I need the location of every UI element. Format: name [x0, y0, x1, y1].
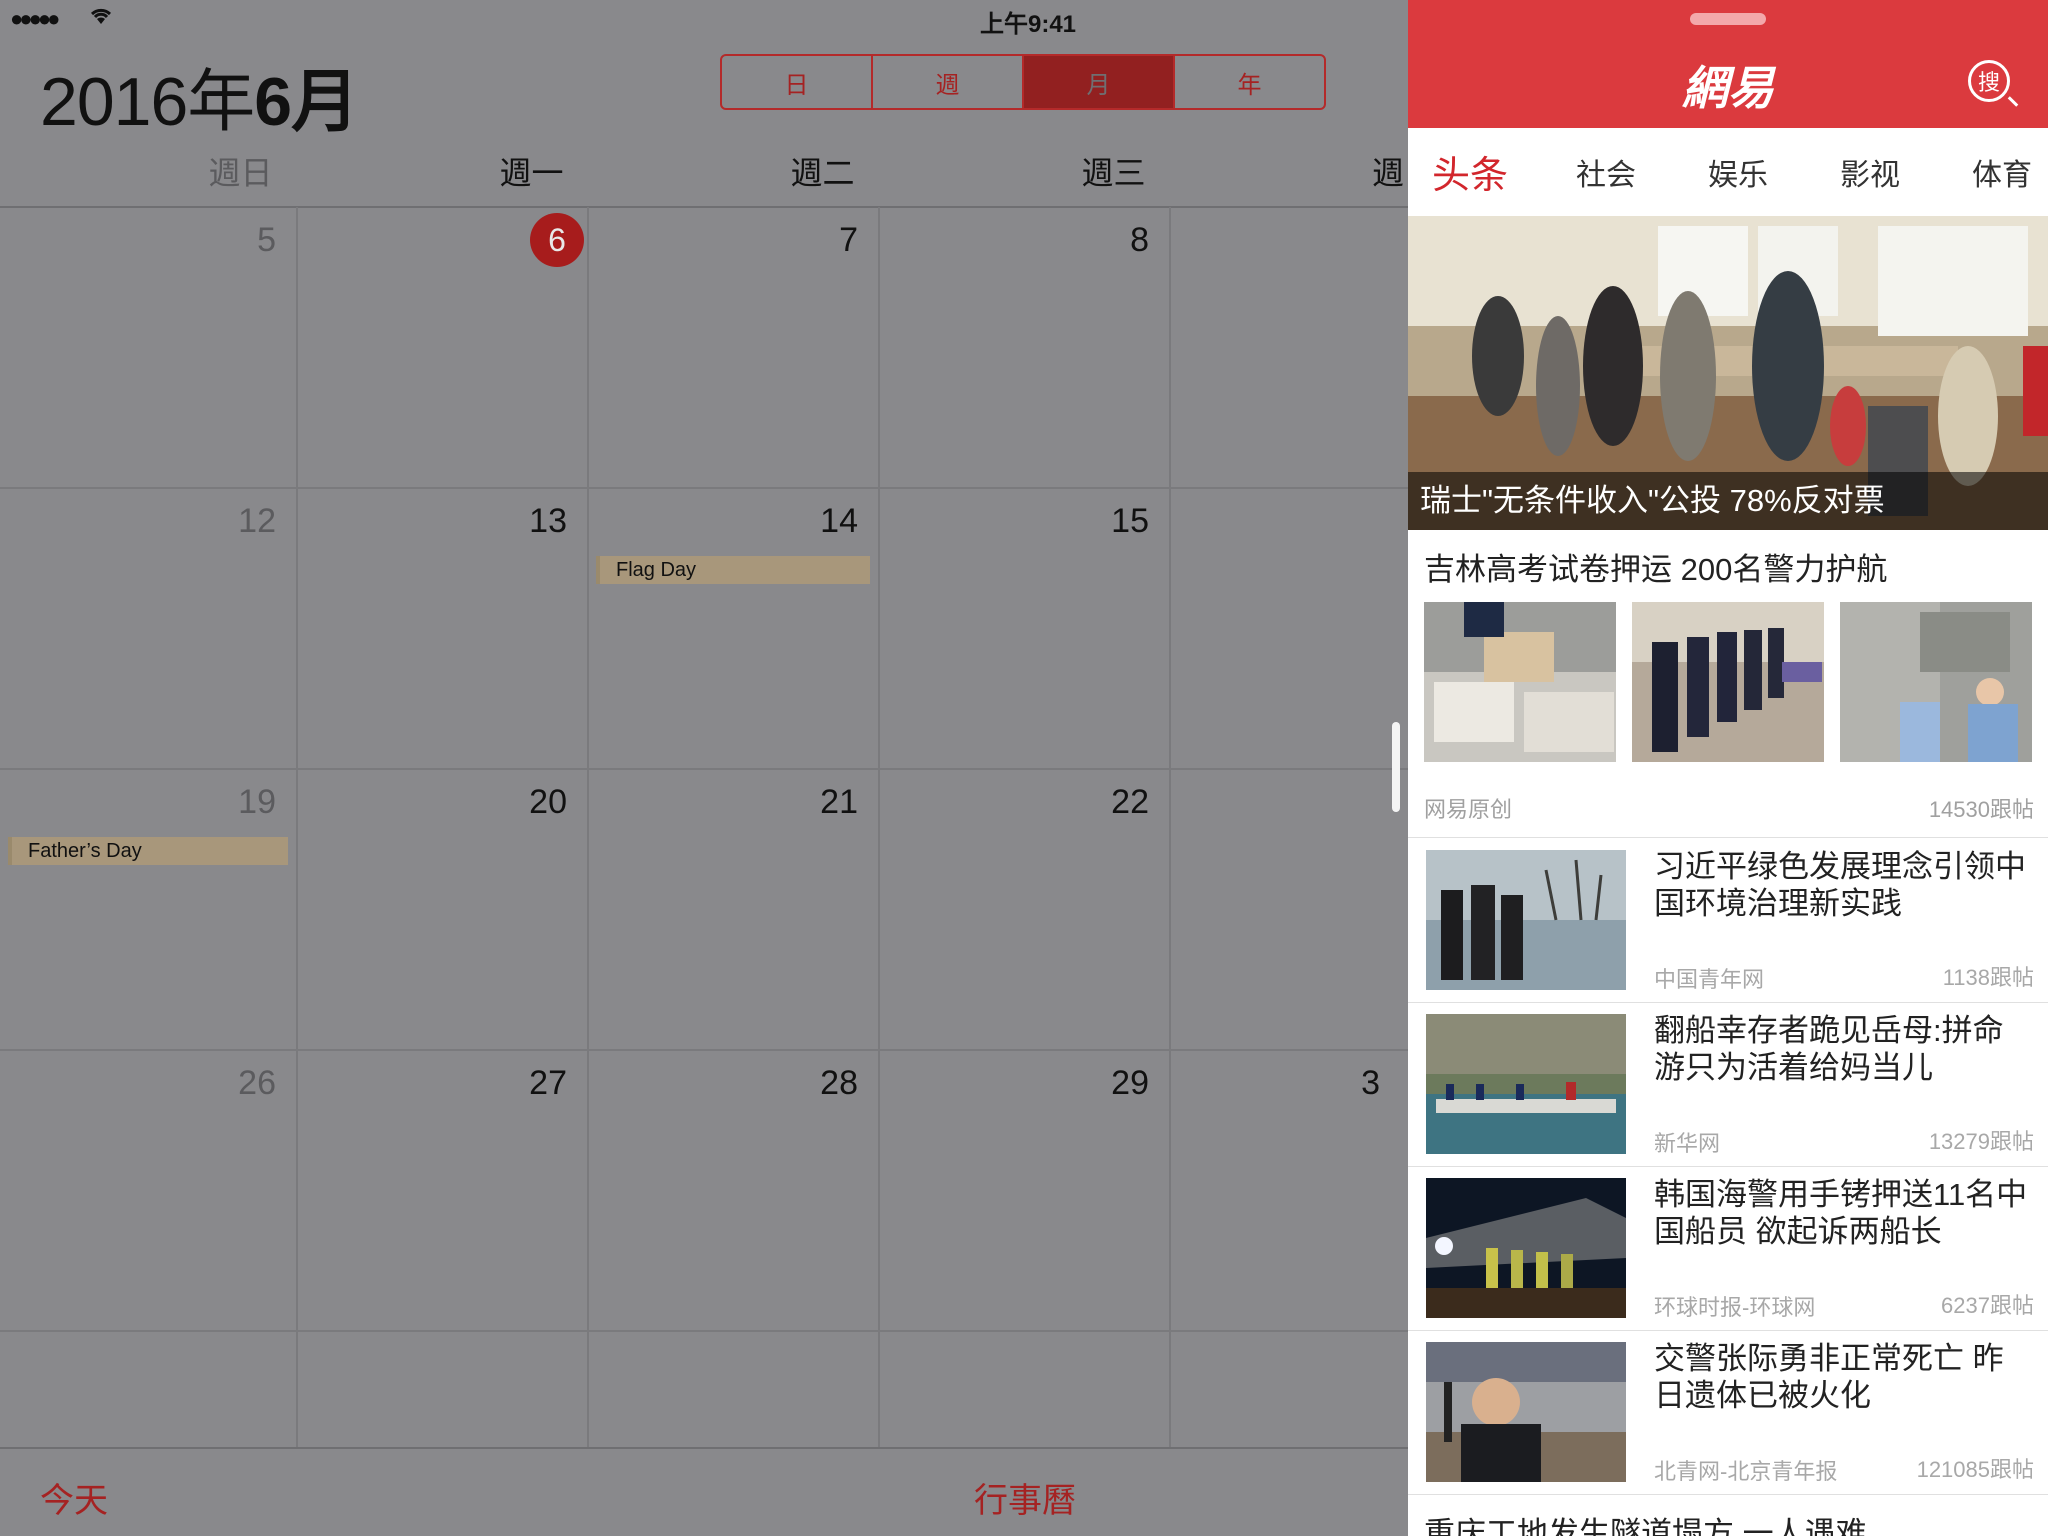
weekday-wednesday: 週三	[1081, 155, 1146, 191]
photo-story-source: 网易原创	[1424, 797, 1513, 822]
tab-headlines[interactable]: 头条	[1432, 144, 1508, 199]
grid-line	[0, 768, 1408, 770]
article-source: 北青网-北京青年报	[1654, 1459, 1838, 1484]
day-cell-number[interactable]: 28	[798, 1064, 858, 1103]
list-item[interactable]: 交警张际勇非正常死亡 昨日遗体已被火化 北青网-北京青年报 121085跟帖	[1408, 1330, 2048, 1495]
news-channel-tabs: 头条 社会 娱乐 影视 体育	[1408, 128, 2048, 217]
today-marker[interactable]: 6	[530, 213, 584, 267]
search-icon[interactable]: 搜	[1968, 60, 2010, 102]
grid-line	[0, 1330, 1408, 1332]
grid-line	[0, 1049, 1408, 1051]
day-cell-number[interactable]: 26	[216, 1064, 276, 1103]
tab-month[interactable]: 月	[1024, 56, 1175, 108]
event-fathers-day[interactable]: Father’s Day	[8, 837, 288, 865]
photo-story-image	[1424, 602, 1616, 762]
article-title: 韩国海警用手铐押送11名中国船员 欲起诉两船长	[1654, 1177, 2028, 1249]
day-cell-number[interactable]: 13	[507, 502, 567, 541]
tab-film[interactable]: 影视	[1840, 150, 1900, 194]
grid-line	[0, 487, 1408, 489]
weekday-header: 週日 週一 週二 週三 週	[0, 148, 1408, 208]
article-replies: 1138跟帖	[1942, 965, 2034, 990]
day-cell-number[interactable]: 12	[216, 502, 276, 541]
today-button[interactable]: 今天	[40, 1473, 108, 1522]
photo-story[interactable]: 吉林高考试卷押运 200名警力护航 网易原创 14530跟帖	[1408, 530, 2048, 838]
tab-entertainment[interactable]: 娱乐	[1708, 150, 1768, 194]
year-label: 2016年	[40, 64, 255, 140]
article-thumbnail	[1426, 1014, 1626, 1154]
day-cell-number[interactable]: 7	[798, 221, 858, 260]
status-clock: 上午9:41	[980, 11, 1077, 38]
month-label: 6月	[254, 64, 359, 140]
article-title: 交警张际勇非正常死亡 昨日遗体已被火化	[1654, 1341, 2004, 1413]
tab-year[interactable]: 年	[1175, 56, 1324, 108]
calendar-app: ●●●●● 上午9:41 2016年6月 日 週 月 年 週日 週一 週二 週三…	[0, 0, 1408, 1536]
list-item[interactable]: 翻船幸存者跪见岳母:拼命游只为活着给妈当儿 新华网 13279跟帖	[1408, 1002, 2048, 1167]
day-cell-number[interactable]: 29	[1089, 1064, 1149, 1103]
day-cell-number[interactable]: 22	[1089, 783, 1149, 822]
article-thumbnail	[1426, 850, 1626, 990]
slide-over-grabber[interactable]	[1690, 13, 1766, 25]
cellular-signal-icon: ●●●●●	[10, 6, 60, 31]
grid-line	[296, 207, 298, 1447]
list-item[interactable]: 习近平绿色发展理念引领中国环境治理新实践 中国青年网 1138跟帖	[1408, 838, 2048, 1003]
day-cell-number[interactable]: 14	[798, 502, 858, 541]
photo-story-image	[1632, 602, 1824, 762]
article-source: 中国青年网	[1654, 967, 1765, 992]
article-title: 翻船幸存者跪见岳母:拼命游只为活着给妈当儿	[1654, 1013, 2004, 1085]
photo-story-title: 吉林高考试卷押运 200名警力护航	[1424, 552, 1888, 587]
grid-line	[587, 207, 589, 1447]
tab-day[interactable]: 日	[722, 56, 873, 108]
wifi-icon	[90, 8, 112, 24]
calendars-button[interactable]: 行事曆	[974, 1473, 1076, 1522]
article-source: 环球时报-环球网	[1654, 1295, 1816, 1320]
article-replies: 6237跟帖	[1941, 1293, 2034, 1318]
news-header: 網易 搜	[1408, 0, 2048, 128]
tab-society[interactable]: 社会	[1576, 150, 1636, 194]
weekday-monday: 週一	[499, 155, 564, 191]
article-title: 习近平绿色发展理念引领中国环境治理新实践	[1654, 849, 2026, 921]
weekday-sunday: 週日	[208, 155, 273, 191]
day-cell-number[interactable]: 15	[1089, 502, 1149, 541]
day-cell-number[interactable]: 8	[1089, 221, 1149, 260]
hero-caption: 瑞士"无条件收入"公投 78%反对票	[1408, 472, 2048, 530]
photo-story-replies: 14530跟帖	[1928, 797, 2034, 822]
tab-sports[interactable]: 体育	[1972, 150, 2032, 194]
list-item[interactable]: 韩国海警用手铐押送11名中国船员 欲起诉两船长 环球时报-环球网 6237跟帖	[1408, 1166, 2048, 1331]
tab-week[interactable]: 週	[873, 56, 1024, 108]
day-cell-number[interactable]: 27	[507, 1064, 567, 1103]
month-title: 2016年6月	[40, 46, 359, 145]
day-cell-number[interactable]: 19	[216, 783, 276, 822]
event-flag-day[interactable]: Flag Day	[596, 556, 870, 584]
view-segmented-control: 日 週 月 年	[720, 54, 1326, 110]
weekday-tuesday: 週二	[790, 155, 855, 191]
photo-story-image	[1840, 602, 2032, 762]
article-thumbnail	[1426, 1178, 1626, 1318]
status-bar: ●●●●● 上午9:41	[0, 0, 1408, 40]
article-replies: 13279跟帖	[1928, 1129, 2034, 1154]
article-source: 新华网	[1654, 1131, 1721, 1156]
article-replies: 121085跟帖	[1916, 1457, 2034, 1482]
month-grid: 5 6 7 8 12 13 14 15 Flag Day 19 20 21 22…	[0, 207, 1408, 1447]
grid-line	[878, 207, 880, 1447]
split-view-divider-handle[interactable]	[1392, 722, 1400, 812]
app-logo: 網易	[1682, 62, 1774, 114]
day-cell-number[interactable]: 5	[216, 221, 276, 260]
hero-story[interactable]: 瑞士"无条件收入"公投 78%反对票	[1408, 216, 2048, 530]
day-cell-number-partial[interactable]: 3	[1340, 1064, 1380, 1103]
article-title-partial[interactable]: 重庆工地发生隧道塌方 一人遇难	[1424, 1508, 1867, 1536]
day-cell-number[interactable]: 21	[798, 783, 858, 822]
grid-line	[1169, 207, 1171, 1447]
day-cell-number[interactable]: 20	[507, 783, 567, 822]
article-thumbnail	[1426, 1342, 1626, 1482]
calendar-toolbar: 今天 行事曆	[0, 1447, 1408, 1536]
weekday-thursday-partial: 週	[1372, 155, 1405, 191]
news-app: 網易 搜 头条 社会 娱乐 影视 体育 瑞士"无条件收入"公投 78%反对票 吉…	[1408, 0, 2048, 1536]
